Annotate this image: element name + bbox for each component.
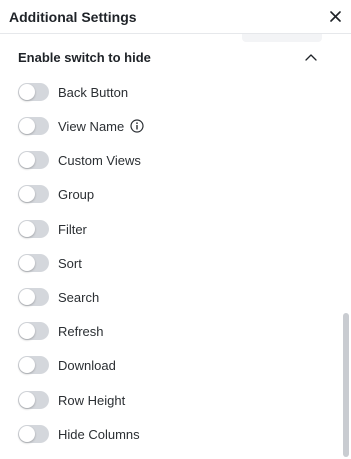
toggle-knob <box>19 289 35 305</box>
setting-label: Sort <box>58 255 82 271</box>
setting-row: Hide Columns <box>18 423 318 445</box>
toggle-knob <box>19 186 35 202</box>
header-shadow <box>242 34 322 42</box>
setting-row: Filter <box>18 218 318 240</box>
setting-label: Row Height <box>58 392 126 408</box>
scrollbar-thumb[interactable] <box>343 313 349 457</box>
setting-label: Back Button <box>58 84 129 100</box>
setting-label: View Name <box>58 118 125 134</box>
setting-row: Group <box>18 183 318 205</box>
hide-toggle-switch[interactable] <box>18 391 49 409</box>
setting-label: Refresh <box>58 323 104 339</box>
setting-row: Back Button <box>18 81 318 103</box>
toggle-knob <box>19 255 35 271</box>
hide-toggle-switch[interactable] <box>18 322 49 340</box>
section-title: Enable switch to hide <box>18 49 151 65</box>
toggle-knob <box>19 392 35 408</box>
hide-toggle-switch[interactable] <box>18 185 49 203</box>
setting-row: Download <box>18 354 318 376</box>
setting-label: Hide Columns <box>58 426 140 442</box>
setting-row: Sort <box>18 252 318 274</box>
setting-row: Row Height <box>18 389 318 411</box>
setting-row: Search <box>18 286 318 308</box>
toggle-knob <box>19 357 35 373</box>
hide-toggle-switch[interactable] <box>18 117 49 135</box>
panel-header: Additional Settings <box>0 0 351 34</box>
close-icon[interactable] <box>328 10 342 24</box>
hide-toggle-switch[interactable] <box>18 356 49 374</box>
info-icon[interactable] <box>130 119 144 133</box>
hide-toggle-switch[interactable] <box>18 288 49 306</box>
additional-settings-panel: Additional Settings Enable switch to hid… <box>0 0 351 459</box>
setting-label: Filter <box>58 221 87 237</box>
toggle-knob <box>19 84 35 100</box>
toggle-knob <box>19 152 35 168</box>
setting-label: Group <box>58 186 95 202</box>
hide-toggle-switch[interactable] <box>18 220 49 238</box>
toggle-knob <box>19 323 35 339</box>
setting-row: Custom Views <box>18 149 318 171</box>
setting-row: Refresh <box>18 320 318 342</box>
hide-toggle-switch[interactable] <box>18 151 49 169</box>
setting-label: Download <box>58 357 116 373</box>
setting-row: View Name <box>18 115 318 137</box>
setting-label: Search <box>58 289 100 305</box>
toggle-knob <box>19 426 35 442</box>
hide-toggle-switch[interactable] <box>18 254 49 272</box>
toggle-knob <box>19 118 35 134</box>
section-header[interactable]: Enable switch to hide <box>0 42 340 72</box>
hide-toggle-switch[interactable] <box>18 425 49 443</box>
toggle-knob <box>19 221 35 237</box>
chevron-up-icon[interactable] <box>304 52 318 62</box>
panel-title: Additional Settings <box>9 8 137 25</box>
hide-toggle-switch[interactable] <box>18 83 49 101</box>
setting-label: Custom Views <box>58 152 141 168</box>
